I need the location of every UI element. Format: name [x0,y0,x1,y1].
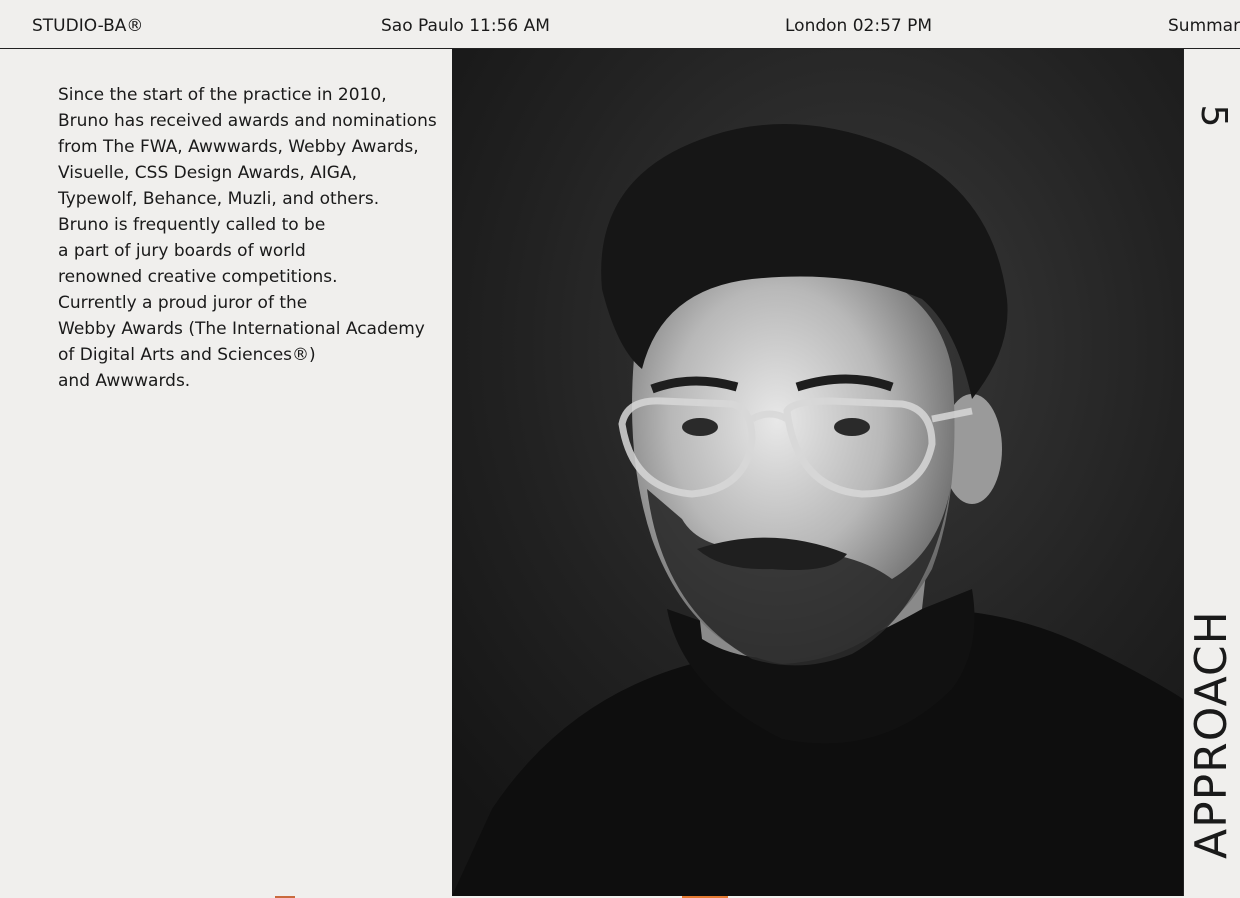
studio-logo-link[interactable]: STUDIO-BA® [32,15,143,37]
bio-line: a part of jury boards of world [58,241,306,261]
bio-line: Currently a proud juror of the [58,293,308,313]
section-label: APPROACH [1186,610,1237,859]
top-bar: STUDIO-BA® Sao Paulo 11:56 AM London 02:… [0,0,1240,49]
bio-line: renowned creative competitions. [58,267,338,287]
bio-line: and Awwwards. [58,371,191,391]
bio-line: Typewolf, Behance, Muzli, and others. [58,189,380,209]
bio-line: Bruno has received awards and nomination… [58,111,437,131]
portrait-illustration [452,49,1183,896]
portrait-photo [452,49,1183,896]
bio-line: Bruno is frequently called to be [58,215,326,235]
bio-line: from The FWA, Awwwards, Webby Awards, [58,137,419,157]
bio-line: Visuelle, CSS Design Awards, AIGA, [58,163,357,183]
bio-text: Since the start of the practice in 2010,… [58,82,448,394]
section-rail: 5 APPROACH [1183,49,1240,896]
bio-line: Webby Awards (The International Academy [58,319,425,339]
bio-line: Since the start of the practice in 2010, [58,85,387,105]
sao-paulo-time: Sao Paulo 11:56 AM [381,16,550,36]
bio-line: of Digital Arts and Sciences®) [58,345,316,365]
section-number: 5 [1193,104,1234,128]
london-time: London 02:57 PM [785,16,933,36]
summary-link[interactable]: Summary [1168,15,1240,37]
